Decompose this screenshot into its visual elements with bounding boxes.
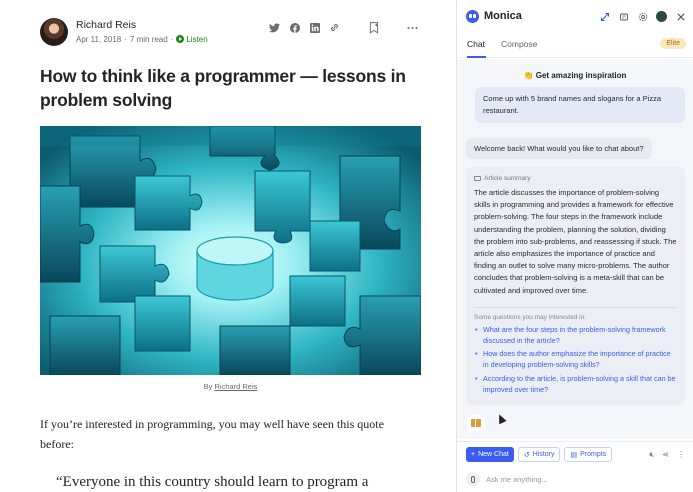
prompts-icon: ▤	[570, 451, 578, 459]
tab-chat[interactable]: Chat	[467, 39, 485, 49]
article-pane: Richard Reis Apr 11, 2018 · 7 min read · Lis…	[0, 0, 456, 492]
plus-icon: +	[471, 451, 476, 458]
questions-label: Some questions you may interested in:	[474, 313, 587, 321]
mouse-cursor-icon	[495, 412, 507, 425]
microphone-icon[interactable]	[466, 472, 480, 486]
ask-bar	[466, 469, 684, 489]
active-tab-indicator	[467, 56, 486, 58]
monica-logo-icon	[466, 10, 479, 23]
article-meta: Apr 11, 2018 · 7 min read · Listen	[76, 35, 208, 44]
tab-compose[interactable]: Compose	[501, 39, 537, 49]
hero-image-puzzle	[40, 126, 421, 375]
suggested-question[interactable]: What are the four steps in the problem-s…	[474, 324, 677, 346]
monica-panel: Monica Chat Compose Elite 👏 Get amazing …	[456, 0, 693, 492]
chat-history[interactable]: 👏 Get amazing inspiration Come up with 5…	[457, 59, 693, 439]
inspiration-prompt-card[interactable]: Come up with 5 brand names and slogans f…	[475, 87, 685, 123]
new-chat-label: New Chat	[478, 451, 509, 458]
listen-button[interactable]: Listen	[176, 35, 208, 44]
listen-label: Listen	[186, 35, 208, 44]
caption-author-link[interactable]: Richard Reis	[214, 382, 257, 391]
share-icon[interactable]: ⋖	[662, 450, 669, 460]
composer-tools: 🔇︎ ⋖ ⋮	[649, 450, 685, 460]
expand-icon[interactable]	[599, 11, 610, 22]
history-button[interactable]: ↺ History	[517, 447, 561, 462]
play-icon	[176, 35, 185, 43]
summary-label-text: Article summary	[484, 175, 531, 182]
history-label: History	[532, 451, 555, 458]
mute-icon[interactable]: 🔇︎	[649, 450, 654, 460]
welcome-message: Welcome back! What would you like to cha…	[466, 138, 652, 159]
article-paragraph: If you’re interested in programming, you…	[40, 417, 384, 451]
inspiration-title: 👏 Get amazing inspiration	[523, 71, 627, 80]
article-summary-card: Article summary The article discusses th…	[466, 167, 685, 405]
bookmark-icon[interactable]	[368, 21, 379, 34]
prompts-button[interactable]: ▤ Prompts	[564, 447, 613, 462]
caption-prefix: By	[203, 382, 213, 391]
brand-name: Monica	[484, 10, 522, 22]
elite-badge[interactable]: Elite	[660, 38, 686, 49]
open-book-icon	[471, 419, 481, 427]
publish-date: Apr 11, 2018	[76, 35, 122, 44]
close-icon[interactable]	[675, 11, 686, 22]
facebook-icon[interactable]	[289, 22, 300, 33]
summary-label: Article summary	[474, 175, 677, 182]
author-row: Richard Reis Apr 11, 2018 · 7 min read · Lis…	[40, 18, 430, 48]
read-book-button[interactable]	[467, 414, 485, 432]
article-title: How to think like a programmer — lessons…	[40, 66, 406, 110]
twitter-icon[interactable]	[269, 22, 280, 33]
settings-gear-icon[interactable]	[637, 11, 648, 22]
author-name[interactable]: Richard Reis	[76, 19, 136, 31]
copy-link-icon[interactable]	[329, 22, 340, 33]
suggested-questions: What are the four steps in the problem-s…	[474, 324, 677, 395]
more-vertical-icon[interactable]: ⋮	[677, 450, 685, 460]
linkedin-icon[interactable]	[309, 22, 320, 33]
suggested-question[interactable]: According to the article, is problem-sol…	[474, 373, 677, 395]
divider	[474, 306, 677, 308]
book-icon	[474, 176, 481, 181]
ask-input[interactable]	[486, 474, 666, 484]
header-toolbar	[599, 11, 686, 22]
screenshot-icon[interactable]	[618, 11, 629, 22]
composer-area: + New Chat ↺ History ▤ Prompts 🔇︎ ⋖ ⋮	[457, 441, 693, 492]
more-options-icon[interactable]	[407, 22, 418, 33]
image-caption: By Richard Reis	[40, 382, 421, 391]
suggested-question[interactable]: How does the author emphasize the import…	[474, 348, 677, 370]
article-quote: “Everyone in this country should learn t…	[56, 474, 369, 490]
author-avatar[interactable]	[40, 18, 68, 46]
panel-header: Monica	[457, 0, 693, 34]
prompts-label: Prompts	[580, 451, 607, 458]
share-toolbar	[269, 21, 418, 34]
panel-tabs: Chat Compose Elite	[457, 34, 693, 58]
summary-text: The article discusses the importance of …	[474, 188, 677, 295]
read-time: 7 min read	[129, 35, 168, 44]
new-chat-button[interactable]: + New Chat	[466, 447, 514, 462]
user-avatar[interactable]	[656, 11, 667, 22]
composer-actions: + New Chat ↺ History ▤ Prompts	[466, 447, 613, 462]
history-icon: ↺	[523, 451, 530, 459]
